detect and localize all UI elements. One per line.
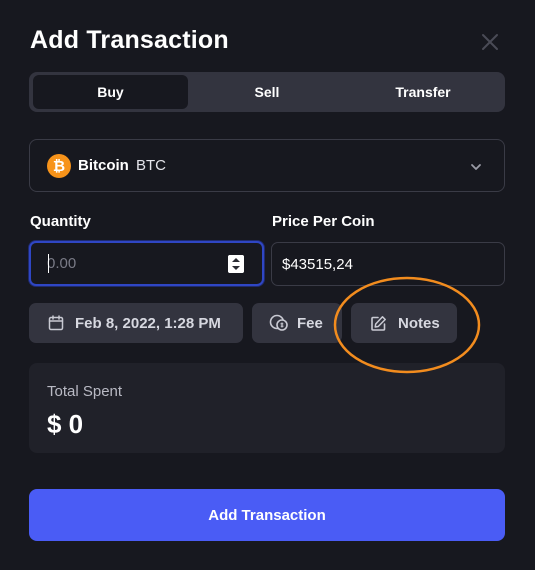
notes-button[interactable]: Notes	[351, 303, 457, 343]
bitcoin-logo-icon: ₿	[47, 154, 71, 178]
coin-name: Bitcoin	[78, 157, 129, 174]
close-button[interactable]	[478, 30, 502, 54]
edit-icon	[371, 315, 386, 331]
total-spent-value: $ 0	[47, 409, 84, 439]
tab-transfer[interactable]: Transfer	[345, 75, 501, 109]
total-spent-card: Total Spent $ 0	[29, 363, 505, 453]
price-label: Price Per Coin	[272, 213, 375, 230]
fee-label: Fee	[297, 314, 323, 332]
quantity-label: Quantity	[30, 213, 91, 230]
quantity-stepper[interactable]	[228, 255, 244, 273]
tab-buy[interactable]: Buy	[33, 75, 188, 109]
total-spent-label: Total Spent	[47, 383, 123, 400]
close-icon	[482, 34, 498, 50]
fee-button[interactable]: Fee	[252, 303, 342, 343]
chevron-down-icon	[471, 164, 481, 170]
notes-label: Notes	[398, 314, 440, 332]
quantity-input[interactable]	[47, 255, 207, 272]
coin-select[interactable]: ₿ Bitcoin BTC	[29, 139, 505, 192]
date-label: Feb 8, 2022, 1:28 PM	[75, 314, 221, 332]
transaction-type-tabs: Buy Sell Transfer	[29, 72, 505, 112]
calendar-icon	[48, 315, 64, 331]
add-transaction-button[interactable]: Add Transaction	[29, 489, 505, 541]
date-button[interactable]: Feb 8, 2022, 1:28 PM	[29, 303, 243, 343]
tab-sell[interactable]: Sell	[189, 75, 345, 109]
coin-symbol: BTC	[136, 157, 166, 174]
quantity-field	[29, 241, 264, 286]
fee-icon	[269, 314, 288, 331]
text-cursor	[48, 254, 49, 273]
dialog-title: Add Transaction	[30, 26, 229, 54]
price-field[interactable]: $43515,24	[271, 242, 505, 286]
price-input-value: $43515,24	[282, 256, 353, 273]
